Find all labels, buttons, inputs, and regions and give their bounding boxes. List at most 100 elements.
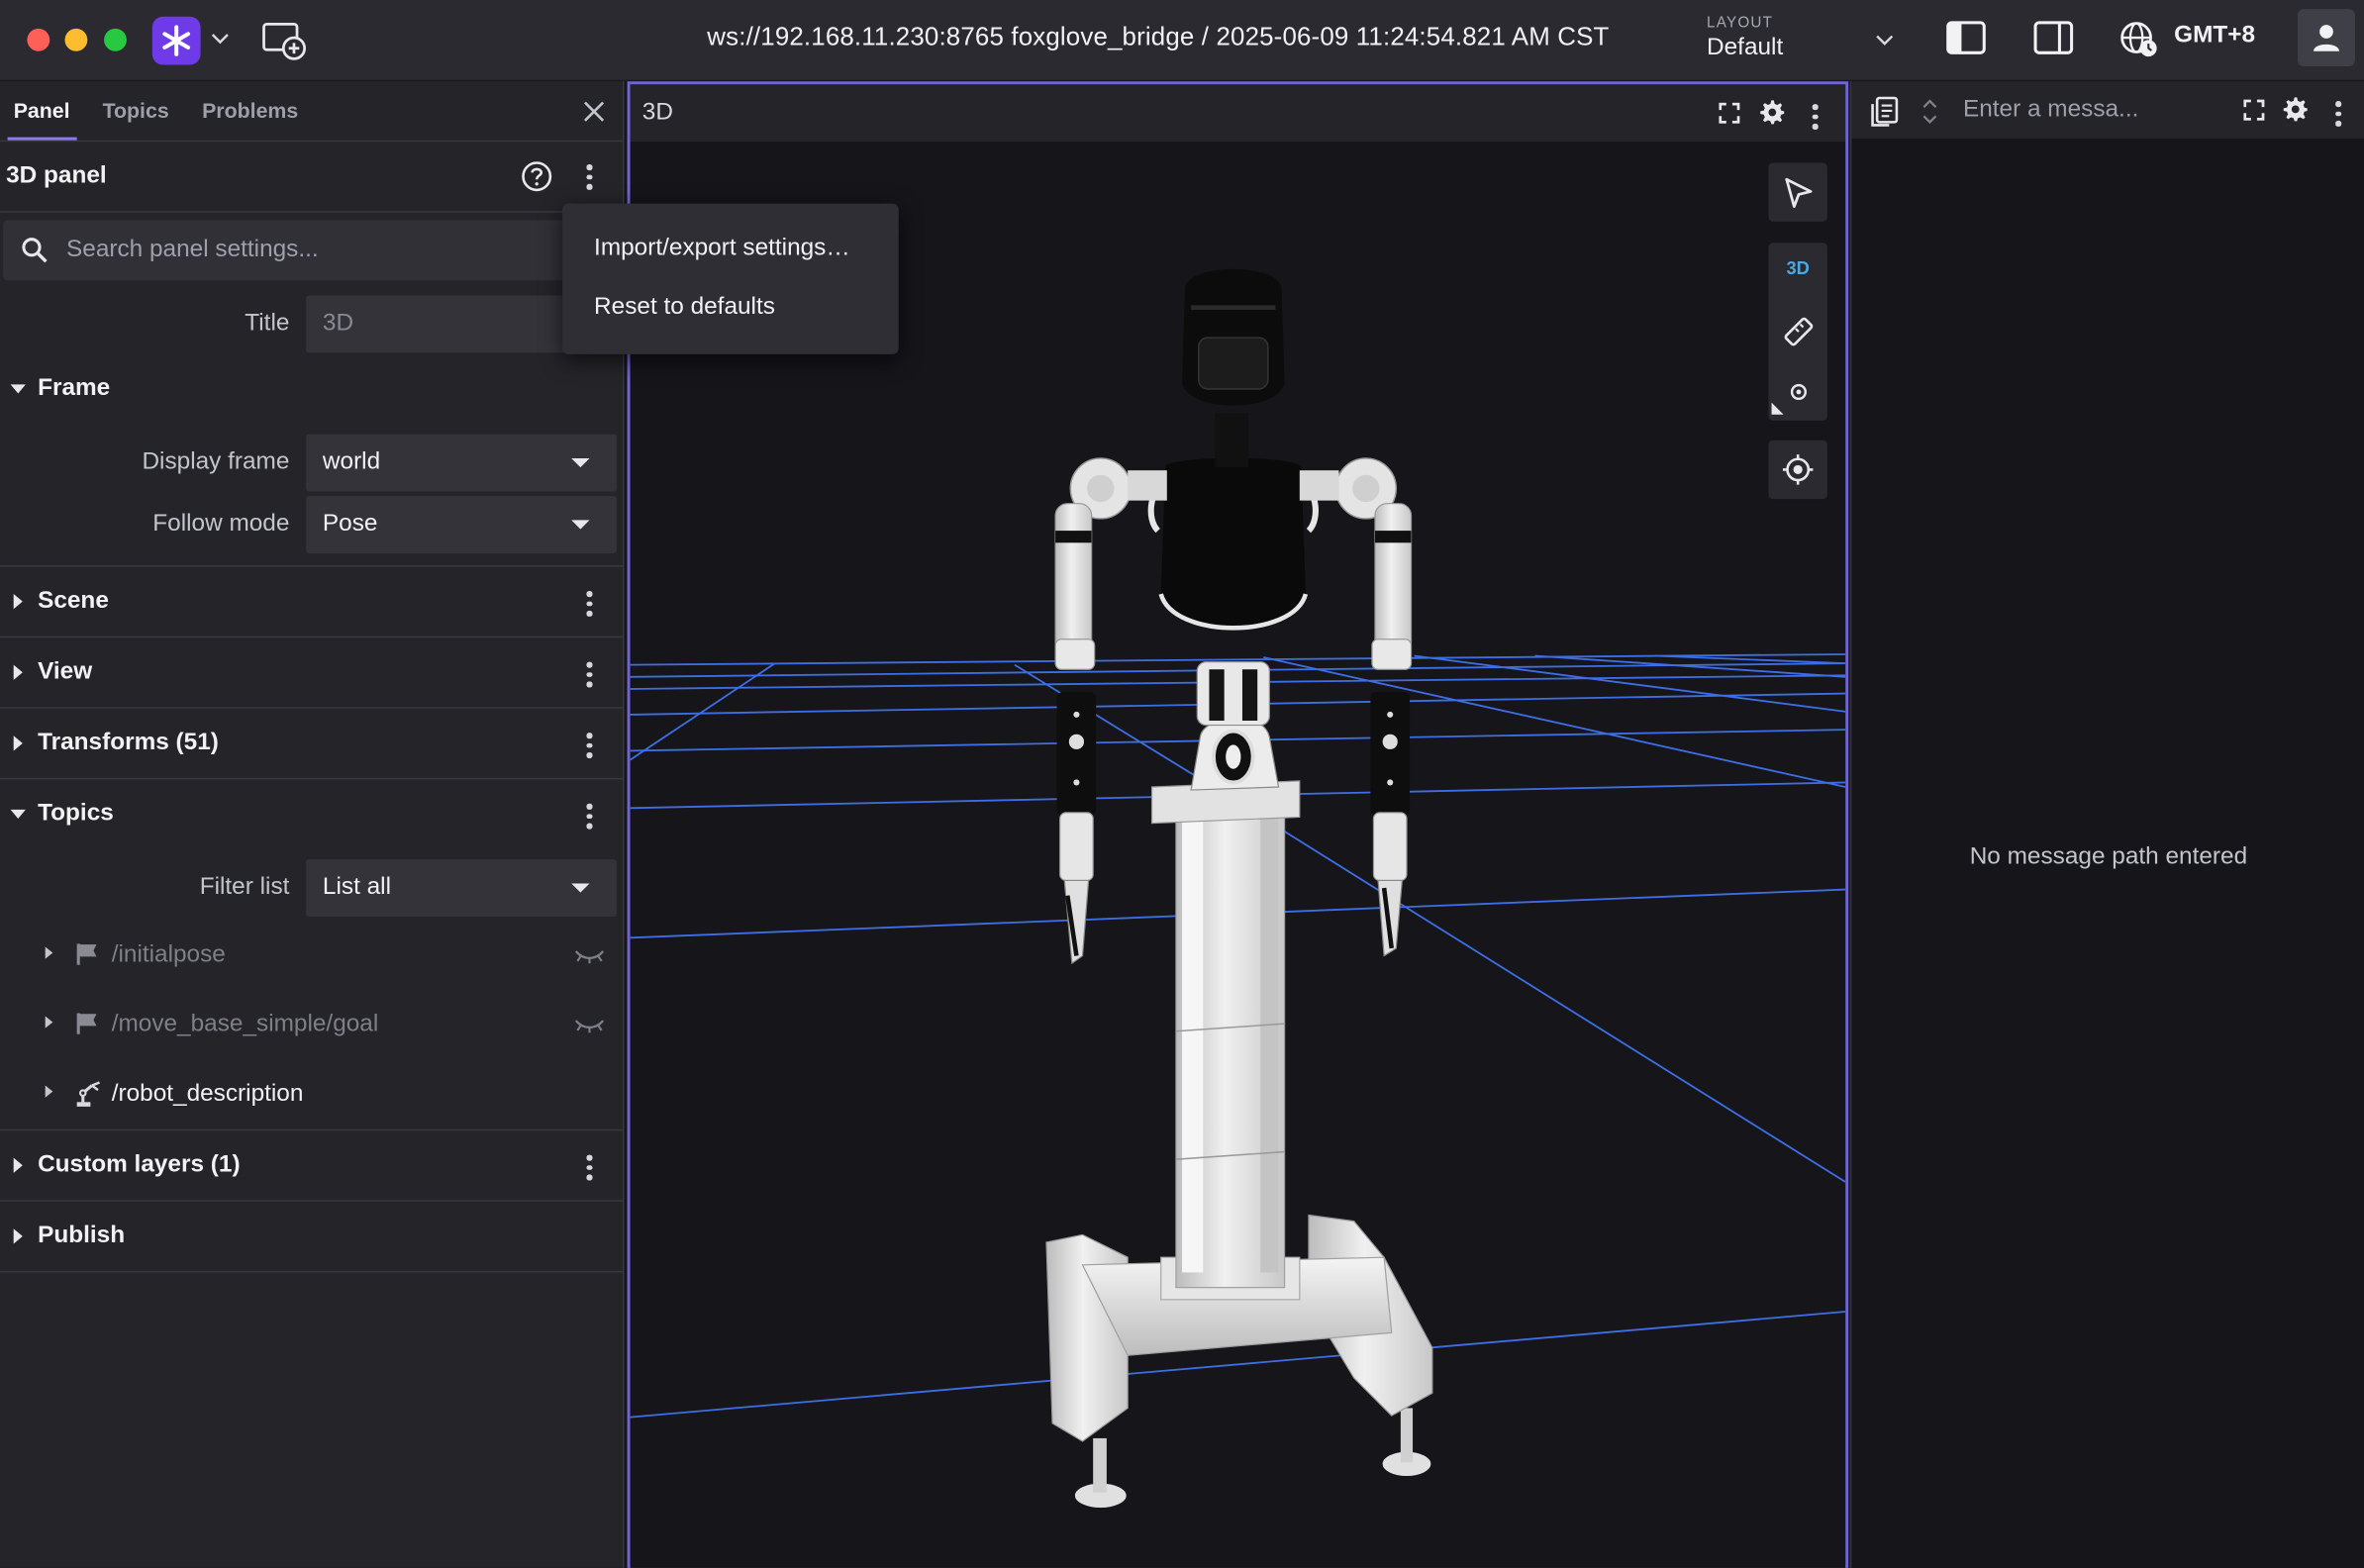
fullscreen-icon[interactable]	[2243, 99, 2265, 121]
window-minimize-button[interactable]	[64, 28, 88, 51]
foxglove-logo-icon[interactable]	[151, 16, 201, 65]
expand-caret-icon	[45, 1016, 53, 1029]
copy-document-icon[interactable]	[1870, 95, 1900, 129]
layout-chevron-down-icon[interactable]	[1873, 27, 1897, 50]
publish-point-icon[interactable]	[1788, 381, 1809, 402]
section-frame-label: Frame	[38, 375, 111, 402]
app-window: ws://192.168.11.230:8765 foxglove_bridge…	[0, 0, 2364, 1568]
left-sidebar-toggle-icon[interactable]	[1945, 18, 1988, 57]
follow-mode-label: Follow mode	[152, 511, 290, 538]
panel-more-options-icon[interactable]	[585, 164, 594, 194]
right-sidebar-toggle-icon[interactable]	[2032, 18, 2075, 57]
collapse-caret-icon	[10, 809, 26, 819]
timezone-label[interactable]: GMT+8	[2174, 23, 2255, 49]
section-more-options-icon[interactable]	[585, 591, 594, 621]
help-icon[interactable]	[520, 159, 553, 193]
panel-title-row: 3D panel	[0, 142, 625, 213]
follow-mode-value: Pose	[322, 511, 378, 538]
section-more-options-icon[interactable]	[585, 1154, 594, 1185]
flag-icon	[76, 1013, 97, 1034]
search-panel-settings	[3, 220, 622, 281]
tab-panel[interactable]: Panel	[14, 98, 70, 122]
expand-caret-icon	[13, 735, 23, 751]
sidebar-tabs: Panel Topics Problems	[0, 81, 625, 143]
add-panel-icon[interactable]	[262, 20, 308, 62]
topic-row[interactable]: /initialpose	[0, 926, 625, 986]
menu-item-import-export[interactable]: Import/export settings…	[594, 236, 850, 262]
filter-list-label: Filter list	[199, 874, 290, 901]
layout-selector[interactable]: Default	[1707, 35, 1783, 61]
settings-gear-icon[interactable]	[2283, 96, 2309, 122]
section-scene[interactable]: Scene	[0, 567, 625, 638]
settings-gear-icon[interactable]	[1759, 100, 1785, 126]
search-input[interactable]	[66, 220, 579, 281]
3d-mode-toggle[interactable]: 3D	[1768, 257, 1826, 278]
filter-list-value: List all	[322, 874, 392, 901]
connection-status[interactable]: ws://192.168.11.230:8765 foxglove_bridge…	[707, 23, 1609, 52]
recenter-button[interactable]	[1768, 440, 1827, 500]
active-tab-indicator	[7, 137, 77, 141]
visibility-off-icon[interactable]	[573, 945, 607, 966]
settings-sidebar: Panel Topics Problems 3D panel Search pa…	[0, 81, 625, 1568]
3d-viewport[interactable]: 3D	[630, 142, 1846, 1568]
section-more-options-icon[interactable]	[585, 661, 594, 692]
panel-options-menu: Import/export settings… Reset to default…	[562, 203, 899, 354]
menu-item-reset-defaults[interactable]: Reset to defaults	[594, 294, 775, 321]
dropdown-caret-icon	[571, 457, 590, 468]
panel-menu-icon[interactable]	[2334, 101, 2343, 131]
section-publish-label: Publish	[38, 1223, 126, 1249]
topic-row[interactable]: /robot_description	[0, 1064, 625, 1125]
section-transforms[interactable]: Transforms (51)	[0, 709, 625, 780]
filter-list-select[interactable]: List all	[306, 859, 617, 917]
message-path-input[interactable]	[1962, 87, 2219, 134]
dropdown-caret-icon	[571, 520, 590, 530]
fullscreen-icon[interactable]	[1719, 102, 1740, 124]
topic-name: /initialpose	[111, 941, 226, 968]
section-topics[interactable]: Topics	[0, 779, 625, 850]
section-custom-layers-label: Custom layers (1)	[38, 1151, 241, 1178]
crosshair-target-icon	[1782, 454, 1814, 485]
expand-caret-icon	[13, 664, 23, 680]
display-frame-label: Display frame	[142, 448, 290, 475]
dropdown-caret-icon	[571, 883, 590, 893]
measure-ruler-icon[interactable]	[1782, 315, 1816, 348]
expand-caret-icon	[13, 594, 23, 610]
tab-problems[interactable]: Problems	[202, 98, 298, 122]
timezone-globe-icon[interactable]	[2118, 18, 2161, 60]
display-frame-select[interactable]: world	[306, 434, 617, 492]
section-more-options-icon[interactable]	[585, 803, 594, 833]
tab-topics[interactable]: Topics	[103, 98, 169, 122]
section-more-options-icon[interactable]	[585, 733, 594, 762]
panel-title: 3D panel	[6, 162, 107, 189]
section-view[interactable]: View	[0, 637, 625, 709]
3d-panel-title: 3D	[641, 99, 673, 126]
section-custom-layers[interactable]: Custom layers (1)	[0, 1130, 625, 1202]
3d-panel-header[interactable]: 3D	[630, 84, 1846, 143]
sort-arrows-icon[interactable]	[1921, 98, 1938, 125]
section-scene-label: Scene	[38, 587, 109, 614]
section-publish[interactable]: Publish	[0, 1202, 625, 1273]
topic-row[interactable]: /move_base_simple/goal	[0, 995, 625, 1055]
expand-corner-icon[interactable]	[1771, 402, 1784, 415]
expand-caret-icon	[13, 1228, 23, 1244]
search-icon	[22, 238, 48, 263]
user-account-button[interactable]	[2298, 9, 2355, 67]
follow-mode-select[interactable]: Pose	[306, 496, 617, 553]
expand-caret-icon	[13, 1157, 23, 1173]
layout-caption: LAYOUT	[1707, 15, 1774, 32]
window-close-button[interactable]	[27, 28, 50, 51]
flag-icon	[76, 943, 97, 965]
panel-menu-icon[interactable]	[1811, 104, 1820, 134]
app-menu-chevron-icon[interactable]	[210, 27, 231, 48]
visibility-off-icon[interactable]	[573, 1015, 607, 1035]
topic-name: /robot_description	[111, 1080, 304, 1107]
raw-messages-header	[1851, 81, 2364, 140]
title-field-label: Title	[245, 310, 290, 337]
select-tool-button[interactable]	[1768, 162, 1827, 222]
expand-caret-icon	[45, 946, 53, 959]
empty-state-message: No message path entered	[1969, 843, 2248, 870]
close-sidebar-icon[interactable]	[582, 100, 606, 124]
section-frame[interactable]: Frame	[0, 354, 625, 426]
raw-messages-panel: No message path entered	[1849, 81, 2364, 1568]
window-zoom-button[interactable]	[104, 28, 127, 51]
